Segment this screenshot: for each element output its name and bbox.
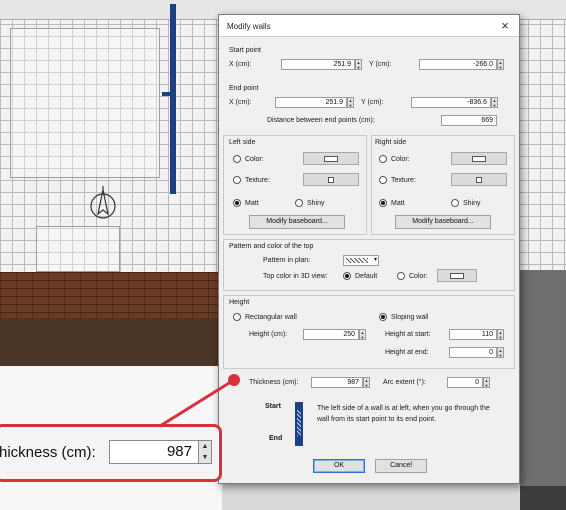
left-shiny-radio[interactable] <box>295 199 303 207</box>
plan-room-outline <box>10 28 160 178</box>
height-at-end-input[interactable]: 0 <box>449 347 497 358</box>
left-texture-button[interactable] <box>303 173 359 186</box>
end-point-heading: End point <box>229 85 259 92</box>
arc-extent-label: Arc extent (°): <box>383 379 426 386</box>
dialog-titlebar[interactable]: Modify walls × <box>219 15 519 37</box>
left-side-heading: Left side <box>229 139 256 146</box>
height-stepper[interactable]: ▲ ▼ <box>359 329 366 340</box>
callout-thickness-input[interactable]: 987 <box>109 440 199 464</box>
right-matt-radio[interactable] <box>379 199 387 207</box>
height-label: Height (cm): <box>249 331 288 338</box>
side-panel-dark-3d <box>520 486 566 510</box>
sloping-wall-radio[interactable] <box>379 313 387 321</box>
top-color-radio[interactable] <box>397 272 405 280</box>
end-x-label: X (cm): <box>229 99 252 106</box>
right-side-heading: Right side <box>375 139 407 146</box>
wall-indicator <box>162 92 172 96</box>
end-x-stepper[interactable]: ▲ ▼ <box>347 97 354 108</box>
right-color-button[interactable] <box>451 152 507 165</box>
left-texture-radio[interactable] <box>233 176 241 184</box>
height-at-start-label: Height at start: <box>385 331 431 338</box>
callout-thickness-label: hickness (cm): <box>0 444 96 461</box>
top-color-label: Color: <box>409 273 428 280</box>
callout-thickness-stepper[interactable]: ▲ ▼ <box>198 440 212 464</box>
top-default-label: Default <box>355 273 378 280</box>
end-y-stepper[interactable]: ▲ ▼ <box>491 97 498 108</box>
thickness-callout: hickness (cm): 987 ▲ ▼ <box>0 424 222 482</box>
height-heading: Height <box>229 299 250 306</box>
rectangular-wall-radio[interactable] <box>233 313 241 321</box>
height-at-end-label: Height at end: <box>385 349 429 356</box>
ok-button[interactable]: OK <box>313 459 365 473</box>
start-x-label: X (cm): <box>229 61 252 68</box>
thickness-label: Thickness (cm): <box>249 379 299 386</box>
cancel-button[interactable]: Cancel <box>375 459 427 473</box>
left-matt-radio[interactable] <box>233 199 241 207</box>
start-x-stepper[interactable]: ▲ ▼ <box>355 59 362 70</box>
preview-hint: The left side of a wall is at left, when… <box>317 405 490 423</box>
thickness-stepper[interactable]: ▲ ▼ <box>363 377 370 388</box>
close-icon[interactable]: × <box>497 18 513 34</box>
height-input[interactable]: 250 <box>303 329 359 340</box>
left-modify-baseboard-button[interactable]: Modify baseboard... <box>249 215 345 229</box>
preview-start-label: Start <box>265 403 281 410</box>
distance-input[interactable]: 669 <box>441 115 497 126</box>
wall-direction-preview <box>295 402 303 446</box>
start-y-label: Y (cm): <box>369 61 392 68</box>
end-y-input[interactable]: -836.6 <box>411 97 491 108</box>
arc-extent-stepper[interactable]: ▲ ▼ <box>483 377 490 388</box>
preview-end-label: End <box>269 435 283 442</box>
start-y-input[interactable]: -266.0 <box>419 59 497 70</box>
right-shiny-radio[interactable] <box>451 199 459 207</box>
dialog-title: Modify walls <box>227 22 271 31</box>
end-x-input[interactable]: 251.9 <box>275 97 347 108</box>
plan-furniture-outline <box>36 226 120 272</box>
pattern-select[interactable]: ▾ <box>343 255 379 266</box>
start-point-heading: Start point <box>229 47 261 54</box>
right-modify-baseboard-button[interactable]: Modify baseboard... <box>395 215 491 229</box>
top-pattern-heading: Pattern and color of the top <box>229 243 314 250</box>
selected-wall[interactable] <box>170 4 176 194</box>
height-at-start-input[interactable]: 110 <box>449 329 497 340</box>
compass-icon <box>90 186 116 219</box>
right-texture-label: Texture: <box>391 177 416 184</box>
right-matt-label: Matt <box>391 200 405 207</box>
sloping-wall-label: Sloping wall <box>391 314 429 321</box>
start-y-stepper[interactable]: ▲ ▼ <box>497 59 504 70</box>
right-color-label: Color: <box>391 156 410 163</box>
brick-wall-3d <box>0 272 222 320</box>
right-color-radio[interactable] <box>379 155 387 163</box>
side-panel-3d <box>520 270 566 510</box>
right-texture-radio[interactable] <box>379 176 387 184</box>
left-matt-label: Matt <box>245 200 259 207</box>
modify-walls-dialog: Modify walls × Start point X (cm): 251.9… <box>218 14 520 484</box>
left-shiny-label: Shiny <box>307 200 325 207</box>
height-at-end-stepper[interactable]: ▲ ▼ <box>497 347 504 358</box>
top-default-radio[interactable] <box>343 272 351 280</box>
right-texture-button[interactable] <box>451 173 507 186</box>
floor-3d <box>0 318 222 368</box>
thickness-input[interactable]: 987 <box>311 377 363 388</box>
left-texture-label: Texture: <box>245 177 270 184</box>
left-color-radio[interactable] <box>233 155 241 163</box>
top-color-button[interactable] <box>437 269 477 282</box>
top-color-3d-label: Top color in 3D view: <box>263 273 328 280</box>
left-color-label: Color: <box>245 156 264 163</box>
chevron-down-icon: ▾ <box>373 257 377 263</box>
left-color-button[interactable] <box>303 152 359 165</box>
arc-extent-input[interactable]: 0 <box>447 377 483 388</box>
end-y-label: Y (cm): <box>361 99 384 106</box>
height-at-start-stepper[interactable]: ▲ ▼ <box>497 329 504 340</box>
rectangular-wall-label: Rectangular wall <box>245 314 297 321</box>
right-shiny-label: Shiny <box>463 200 481 207</box>
distance-label: Distance between end points (cm): <box>267 117 375 124</box>
pattern-in-plan-label: Pattern in plan: <box>263 257 311 264</box>
start-x-input[interactable]: 251.9 <box>281 59 355 70</box>
